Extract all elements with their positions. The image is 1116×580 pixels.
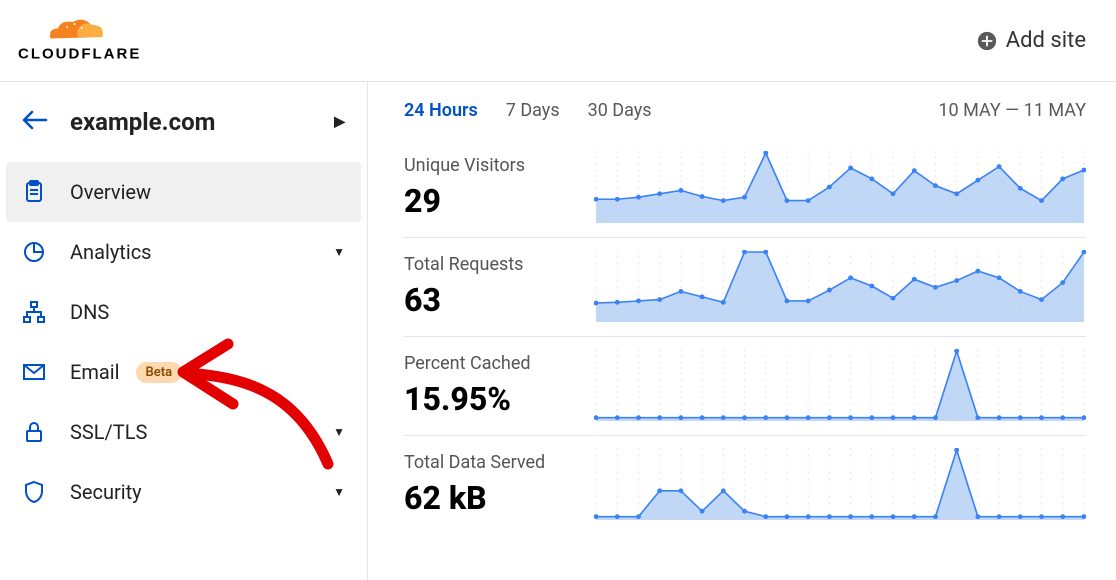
date-range: 10 MAY — 11 MAY: [938, 100, 1086, 121]
stat-label: Percent Cached: [404, 353, 594, 374]
stat-total-data-served: Total Data Served 62 kB: [404, 436, 1086, 534]
chevron-down-icon: ▼: [333, 245, 345, 259]
stat-total-requests: Total Requests 63: [404, 238, 1086, 337]
chevron-down-icon: ▼: [333, 485, 345, 499]
sidebar-item-security[interactable]: Security ▼: [0, 462, 367, 522]
time-range-tabs: 24 Hours 7 Days 30 Days 10 MAY — 11 MAY: [404, 100, 1086, 121]
chevron-down-icon: ▼: [333, 425, 345, 439]
clipboard-icon: [22, 180, 46, 204]
sparkline-percent-cached: [594, 349, 1086, 421]
stat-label: Total Requests: [404, 254, 594, 275]
tab-30-days[interactable]: 30 Days: [588, 100, 652, 121]
sidebar-item-dns[interactable]: DNS: [0, 282, 367, 342]
sidebar-item-label: Email: [70, 360, 120, 384]
sidebar-item-overview[interactable]: Overview: [6, 162, 361, 222]
sidebar-item-label: Overview: [70, 180, 151, 204]
stat-unique-visitors: Unique Visitors 29: [404, 139, 1086, 238]
email-icon: [22, 360, 46, 384]
site-name: example.com: [70, 108, 215, 136]
sidebar-item-label: Analytics: [70, 240, 152, 264]
stat-value: 62 kB: [404, 479, 594, 517]
pie-chart-icon: [22, 240, 46, 264]
sidebar-item-label: DNS: [70, 300, 109, 324]
stat-label: Unique Visitors: [404, 155, 594, 176]
plus-circle-icon: [976, 30, 998, 52]
sidebar-item-email[interactable]: Email Beta: [0, 342, 367, 402]
beta-badge: Beta: [136, 362, 183, 383]
sparkline-total-requests: [594, 250, 1086, 322]
sidebar-item-ssl-tls[interactable]: SSL/TLS ▼: [0, 402, 367, 462]
sidebar-item-analytics[interactable]: Analytics ▼: [0, 222, 367, 282]
stat-value: 63: [404, 281, 594, 319]
add-site-button[interactable]: Add site: [976, 28, 1086, 53]
add-site-label: Add site: [1006, 28, 1086, 53]
site-selector[interactable]: example.com ▶: [0, 82, 367, 162]
stat-value: 15.95%: [404, 380, 594, 418]
svg-text:CLOUDFLARE: CLOUDFLARE: [18, 45, 141, 62]
tab-24-hours[interactable]: 24 Hours: [404, 100, 478, 121]
lock-icon: [22, 420, 46, 444]
cloudflare-logo[interactable]: CLOUDFLARE: [18, 11, 168, 71]
sitemap-icon: [22, 300, 46, 324]
shield-icon: [22, 480, 46, 504]
sparkline-total-data-served: [594, 448, 1086, 520]
tab-7-days[interactable]: 7 Days: [506, 100, 560, 121]
stat-value: 29: [404, 182, 594, 220]
back-arrow-icon[interactable]: [22, 108, 48, 136]
sidebar-item-label: SSL/TLS: [70, 420, 147, 444]
sidebar-item-label: Security: [70, 480, 142, 504]
stat-percent-cached: Percent Cached 15.95%: [404, 337, 1086, 436]
chevron-right-icon: ▶: [334, 114, 345, 130]
stat-label: Total Data Served: [404, 452, 594, 473]
sparkline-unique-visitors: [594, 151, 1086, 223]
